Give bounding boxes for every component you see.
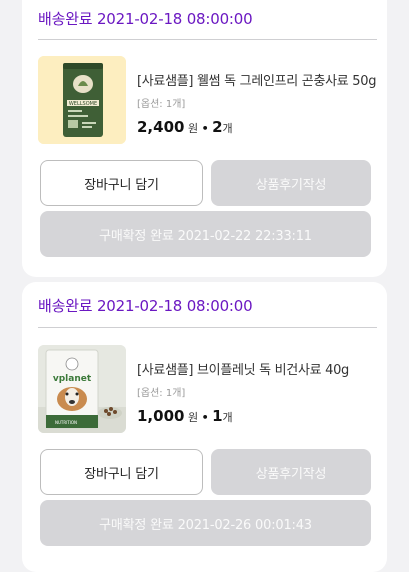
order-card: 배송완료 2021-02-18 08:00:00 vplanet NUTRITI… [22, 282, 387, 572]
quantity-value: 1 [212, 407, 223, 425]
product-name[interactable]: [사료샘플] 웰썸 독 그레인프리 곤충사료 50g [137, 70, 379, 89]
product-info: [사료샘플] 웰썸 독 그레인프리 곤충사료 50g [옵션: 1개] 2,40… [137, 70, 379, 136]
package-brand-text: WELLSOME [69, 101, 97, 107]
quantity-unit: 개 [222, 122, 233, 135]
price-row: 1,000 원 • 1개 [137, 407, 379, 425]
product-image[interactable]: vplanet NUTRITION [38, 345, 126, 433]
add-to-cart-button[interactable]: 장바구니 담기 [40, 449, 203, 495]
delivery-status: 배송완료 2021-02-18 08:00:00 [38, 297, 253, 315]
write-review-button[interactable]: 상품후기작성 [211, 449, 371, 495]
write-review-button[interactable]: 상품후기작성 [211, 160, 371, 206]
separator-dot: • [201, 411, 209, 424]
price-unit: 원 [187, 411, 199, 424]
purchase-confirmed-button[interactable]: 구매확정 완료 2021-02-26 00:01:43 [40, 500, 371, 546]
quantity-value: 2 [212, 118, 223, 136]
quantity-unit: 개 [222, 411, 233, 424]
product-info: [사료샘플] 브이플레닛 독 비건사료 40g [옵션: 1개] 1,000 원… [137, 359, 379, 425]
package-label-text: NUTRITION [55, 420, 77, 425]
price-value: 1,000 [137, 407, 185, 425]
product-option: [옵션: 1개] [137, 99, 186, 110]
purchase-confirmed-button[interactable]: 구매확정 완료 2021-02-22 22:33:11 [40, 211, 371, 257]
price-value: 2,400 [137, 118, 185, 136]
product-image[interactable]: WELLSOME [38, 56, 126, 144]
product-option: [옵션: 1개] [137, 388, 186, 399]
vplanet-package-image: vplanet NUTRITION [38, 345, 126, 433]
delivery-status: 배송완료 2021-02-18 08:00:00 [38, 10, 253, 28]
add-to-cart-button[interactable]: 장바구니 담기 [40, 160, 203, 206]
package-brand-text: vplanet [53, 374, 92, 384]
price-row: 2,400 원 • 2개 [137, 118, 379, 136]
price-unit: 원 [187, 122, 199, 135]
divider [38, 327, 377, 328]
product-name[interactable]: [사료샘플] 브이플레닛 독 비건사료 40g [137, 359, 379, 378]
divider [38, 39, 377, 40]
separator-dot: • [201, 122, 209, 135]
wellsome-package-image: WELLSOME [38, 56, 126, 144]
order-card: 배송완료 2021-02-18 08:00:00 WELLSOME [사료샘플]… [22, 0, 387, 277]
